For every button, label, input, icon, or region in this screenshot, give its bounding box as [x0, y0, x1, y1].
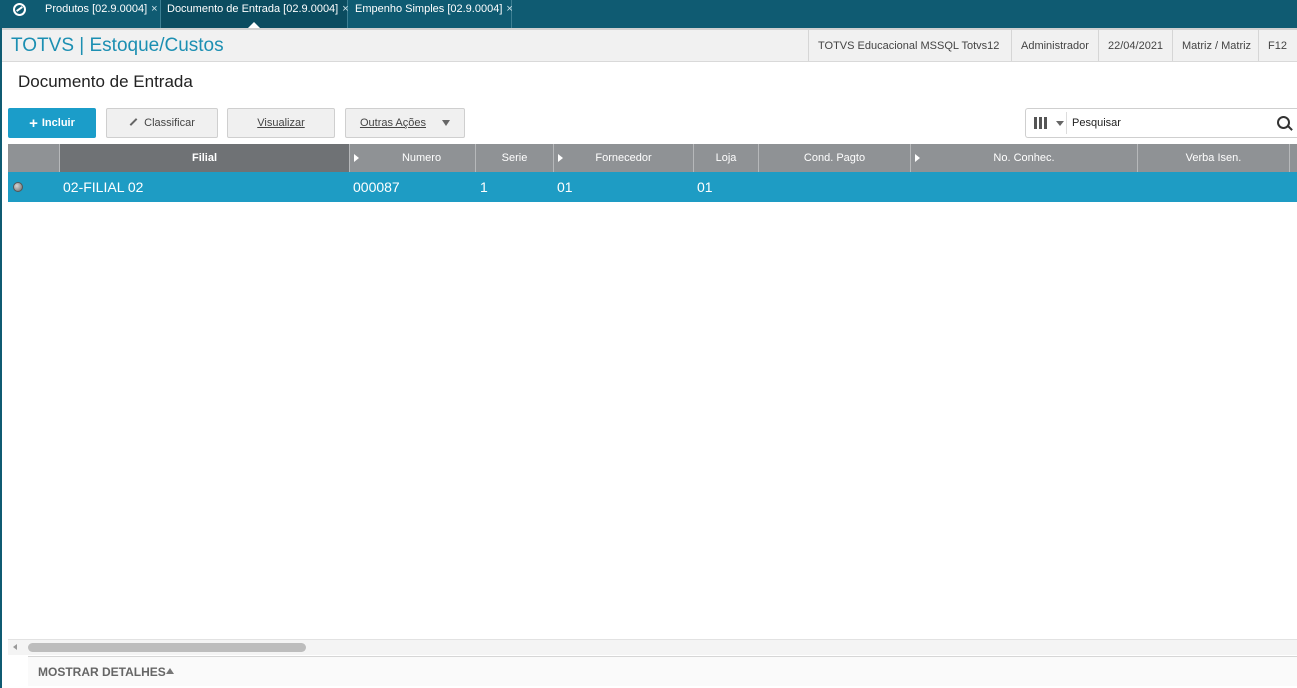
column-header-loja[interactable]: Loja	[694, 144, 759, 172]
columns-icon[interactable]	[1034, 117, 1048, 129]
close-icon[interactable]: ×	[506, 3, 512, 15]
column-header-filial[interactable]: Filial	[60, 144, 350, 172]
chevron-down-icon	[442, 120, 451, 126]
tab-bar: Produtos [02.9.0004] × Documento de Entr…	[0, 0, 1297, 28]
scroll-thumb[interactable]	[28, 643, 306, 652]
column-header-cond-pagto[interactable]: Cond. Pagto	[759, 144, 911, 172]
tab-label: Empenho Simples [02.9.0004]	[355, 3, 503, 15]
f12-shortcut[interactable]: F12	[1258, 30, 1296, 61]
scroll-left-icon[interactable]	[13, 644, 17, 650]
horizontal-scrollbar[interactable]	[8, 639, 1297, 655]
classify-button[interactable]: Classificar	[106, 108, 218, 138]
column-header-fornecedor[interactable]: Fornecedor	[554, 144, 694, 172]
environment-info[interactable]: TOTVS Educacional MSSQL Totvs12	[808, 30, 1008, 61]
cell-filial: 02-FILIAL 02	[63, 179, 144, 195]
details-toggle[interactable]: MOSTRAR DETALHES	[28, 656, 1297, 686]
app-title: TOTVS | Estoque/Custos	[11, 35, 224, 56]
status-column-header	[8, 144, 60, 172]
tab-produtos[interactable]: Produtos [02.9.0004] ×	[38, 0, 161, 28]
cell-numero: 000087	[353, 179, 400, 195]
column-header-numero[interactable]: Numero	[350, 144, 476, 172]
status-icon	[13, 182, 23, 192]
other-actions-button[interactable]: Outras Ações	[345, 108, 465, 138]
close-icon[interactable]: ×	[151, 3, 157, 15]
totvs-menu-button[interactable]	[0, 0, 38, 28]
classify-label: Classificar	[144, 117, 195, 129]
pencil-icon	[129, 118, 138, 126]
details-label: MOSTRAR DETALHES	[38, 665, 166, 679]
include-label: Incluir	[41, 117, 75, 129]
column-header-verba-isen[interactable]: Verba Isen.	[1138, 144, 1290, 172]
tab-label: Produtos [02.9.0004]	[45, 3, 148, 15]
search-box[interactable]: Pesquisar	[1025, 108, 1297, 138]
tab-documento-de-entrada[interactable]: Documento de Entrada [02.9.0004] ×	[161, 0, 349, 28]
column-label: Fornecedor	[595, 152, 652, 164]
branch-info[interactable]: Matriz / Matriz	[1172, 30, 1260, 61]
page-title: Documento de Entrada	[18, 72, 193, 91]
column-label: No. Conhec.	[993, 152, 1055, 164]
view-label: Visualizar	[257, 117, 305, 129]
other-actions-label: Outras Ações	[359, 117, 427, 129]
search-input[interactable]: Pesquisar	[1072, 117, 1121, 129]
cell-fornecedor: 01	[557, 179, 573, 195]
include-button[interactable]: + Incluir	[8, 108, 96, 138]
grid-header: Filial Numero Serie Fornecedor Loja Cond…	[8, 144, 1297, 172]
view-button[interactable]: Visualizar	[227, 108, 335, 138]
search-icon[interactable]	[1277, 116, 1290, 129]
cell-loja: 01	[697, 179, 713, 195]
column-header-serie[interactable]: Serie	[476, 144, 554, 172]
cell-serie: 1	[480, 179, 488, 195]
app-header: TOTVS | Estoque/Custos TOTVS Educacional…	[2, 28, 1297, 62]
chevron-up-icon	[166, 668, 174, 674]
window-frame	[0, 28, 2, 688]
column-label: Numero	[401, 152, 442, 164]
tab-label: Documento de Entrada [02.9.0004]	[167, 3, 339, 15]
chevron-down-icon[interactable]	[1056, 121, 1064, 126]
date-info[interactable]: 22/04/2021	[1098, 30, 1172, 61]
divider	[1066, 112, 1067, 134]
column-header-no-conhec[interactable]: No. Conhec.	[911, 144, 1138, 172]
tab-empenho-simples[interactable]: Empenho Simples [02.9.0004] ×	[348, 0, 513, 28]
totvs-logo-icon	[12, 2, 26, 16]
user-info[interactable]: Administrador	[1011, 30, 1098, 61]
plus-icon: +	[29, 114, 38, 132]
table-row[interactable]: 02-FILIAL 02 000087 1 01 01	[8, 172, 1297, 202]
